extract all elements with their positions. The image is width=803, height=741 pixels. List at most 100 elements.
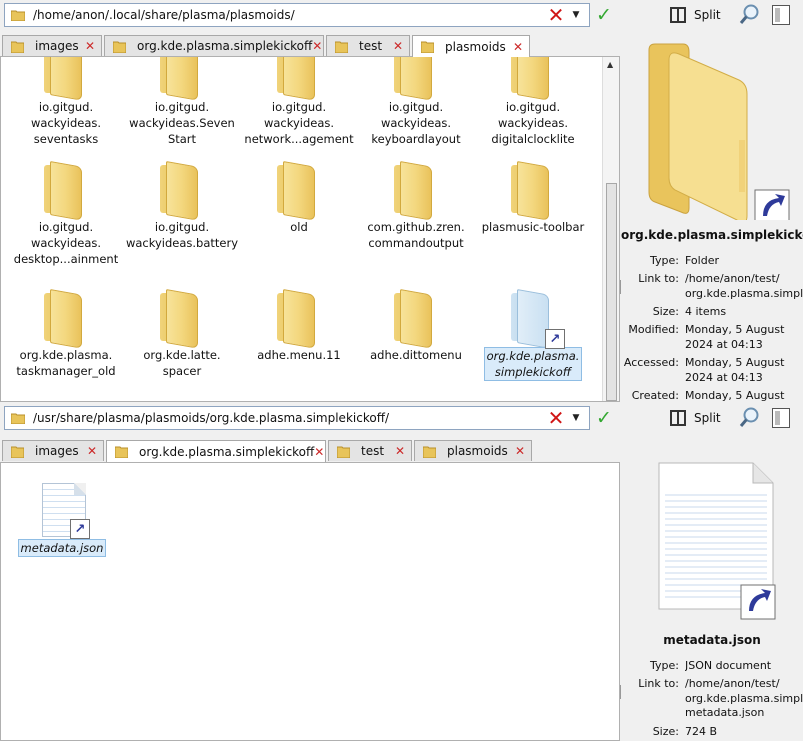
tab-simplekickoff[interactable]: org.kde.plasma.simplekickoff ✕ — [104, 35, 324, 56]
folder-icon — [114, 445, 129, 459]
search-button[interactable] — [738, 406, 762, 430]
folder-item[interactable]: io.gitgud. wackyideas. keyboardlayout — [358, 57, 474, 147]
item-label: io.gitgud. wackyideas. desktop...ainment — [13, 220, 119, 266]
info-key: Created: — [631, 389, 679, 402]
location-history-dropdown[interactable]: ▼ — [567, 407, 585, 429]
close-tab-icon[interactable]: ✕ — [393, 39, 403, 53]
tab-test[interactable]: test ✕ — [326, 35, 410, 56]
folder-icon — [336, 445, 351, 458]
folder-item[interactable]: plasmusic-toolbar — [475, 161, 591, 235]
info-key: Modified: — [628, 323, 679, 336]
folder-icon — [40, 161, 92, 221]
close-tab-icon[interactable]: ✕ — [87, 444, 97, 458]
folder-icon — [10, 40, 25, 53]
json-file-link-icon: ↗ — [36, 481, 90, 539]
folder-item[interactable]: org.kde.latte. spacer — [124, 289, 240, 379]
folder-item[interactable]: io.gitgud. wackyideas. desktop...ainment — [8, 161, 124, 267]
split-label: Split — [694, 8, 721, 22]
location-input[interactable]: /usr/share/plasma/plasmoids/org.kde.plas… — [4, 406, 590, 430]
tab-images[interactable]: images ✕ — [2, 440, 104, 461]
close-tab-icon[interactable]: ✕ — [513, 40, 523, 54]
item-label: com.github.zren. commandoutput — [367, 220, 465, 250]
location-input[interactable]: /home/anon/.local/share/plasma/plasmoids… — [4, 3, 590, 27]
item-label: io.gitgud. wackyideas.Seven Start — [129, 100, 235, 146]
file-view[interactable]: ↗ metadata.json — [0, 462, 620, 741]
info-row-type: Type: Folder — [621, 254, 803, 269]
info-value: Folder — [685, 254, 719, 267]
location-path[interactable]: /usr/share/plasma/plasmoids/org.kde.plas… — [33, 411, 545, 425]
scroll-up-icon[interactable]: ▲ — [607, 60, 613, 69]
item-label: plasmusic-toolbar — [481, 220, 585, 234]
folder-icon — [273, 161, 325, 221]
file-view[interactable]: io.gitgud. wackyideas. seventasks io.gitgu… — [0, 56, 620, 402]
tab-plasmoids[interactable]: plasmoids ✕ — [412, 35, 530, 57]
info-key: Link to: — [638, 272, 679, 285]
tab-label: test — [361, 444, 385, 458]
close-tab-icon[interactable]: ✕ — [85, 39, 95, 53]
item-label: adhe.dittomenu — [370, 348, 462, 362]
location-bar: /usr/share/plasma/plasmoids/org.kde.plas… — [0, 406, 803, 430]
tab-label: org.kde.plasma.simplekickoff — [137, 39, 313, 53]
location-path[interactable]: /home/anon/.local/share/plasma/plasmoids… — [33, 8, 545, 22]
folder-item[interactable]: io.gitgud. wackyideas. digitalclocklite — [475, 57, 591, 147]
vertical-scrollbar[interactable]: ▲ — [602, 57, 619, 401]
item-label: io.gitgud. wackyideas. seventasks — [30, 100, 102, 146]
close-tab-icon[interactable]: ✕ — [314, 445, 324, 459]
folder-item[interactable]: io.gitgud. wackyideas.Seven Start — [124, 57, 240, 147]
folder-item[interactable]: io.gitgud. wackyideas.battery — [124, 161, 240, 251]
folder-icon — [112, 40, 127, 53]
shortcut-arrow-icon: ↗ — [545, 329, 565, 349]
info-value: 4 items — [685, 305, 727, 318]
close-tab-icon[interactable]: ✕ — [515, 444, 525, 458]
clear-location-button[interactable]: ✕ — [545, 3, 567, 27]
split-label: Split — [694, 411, 721, 425]
close-tab-icon[interactable]: ✕ — [395, 444, 405, 458]
go-button[interactable]: ✓ — [594, 406, 614, 430]
info-row-link: Link to: /home/anon/test/org.kde.plasma.… — [621, 677, 803, 721]
item-label: org.kde.plasma. simplekickoff — [483, 347, 583, 381]
clear-location-button[interactable]: ✕ — [545, 406, 567, 430]
go-button[interactable]: ✓ — [594, 3, 614, 27]
info-value: 724 B — [685, 725, 718, 738]
info-key: Type: — [650, 659, 679, 672]
folder-link-icon: ↗ — [507, 289, 565, 349]
info-key: Link to: — [638, 677, 679, 690]
folder-item[interactable]: adhe.dittomenu — [358, 289, 474, 363]
info-key: Type: — [650, 254, 679, 267]
search-button[interactable] — [738, 3, 762, 27]
large-document-link-icon — [657, 461, 777, 624]
item-label: io.gitgud. wackyideas.battery — [125, 220, 239, 250]
file-item-selected[interactable]: ↗ metadata.json — [4, 481, 120, 557]
tab-label: images — [35, 39, 79, 53]
folder-item-selected[interactable]: ↗ org.kde.plasma. simplekickoff — [475, 289, 591, 381]
location-history-dropdown[interactable]: ▼ — [567, 4, 585, 26]
folder-icon — [40, 57, 92, 101]
folder-item[interactable]: io.gitgud. wackyideas. seventasks — [8, 57, 124, 147]
folder-item[interactable]: adhe.menu.11 — [241, 289, 357, 363]
info-key: Size: — [652, 725, 679, 738]
folder-item[interactable]: io.gitgud. wackyideas. network...agement — [241, 57, 357, 147]
folder-item[interactable]: org.kde.plasma. taskmanager_old — [8, 289, 124, 379]
tab-test[interactable]: test ✕ — [328, 440, 412, 461]
info-row-created: Created: Monday, 5 August — [621, 389, 803, 402]
tab-simplekickoff[interactable]: org.kde.plasma.simplekickoff ✕ — [106, 440, 326, 462]
tab-images[interactable]: images ✕ — [2, 35, 102, 56]
scrollbar-thumb[interactable] — [606, 183, 617, 401]
information-panel: org.kde.plasma.simplekickoff Type: Folde… — [621, 30, 803, 402]
information-panel-toggle[interactable] — [772, 408, 790, 428]
split-view-icon — [670, 410, 686, 426]
split-button[interactable]: Split — [670, 406, 721, 430]
folder-item[interactable]: com.github.zren. commandoutput — [358, 161, 474, 251]
info-row-type: Type: JSON document — [621, 659, 803, 674]
information-panel-toggle[interactable] — [772, 5, 790, 25]
info-value: Monday, 5 August — [685, 389, 785, 402]
tab-bar: images ✕ org.kde.plasma.simplekickoff ✕ … — [0, 35, 620, 57]
split-button[interactable]: Split — [670, 3, 721, 27]
info-value: /home/anon/test/org.kde.plasma.simple — [685, 272, 803, 300]
folder-icon — [334, 40, 349, 53]
info-value: Monday, 5 August 2024 at 04:13 — [685, 356, 785, 384]
tab-plasmoids[interactable]: plasmoids ✕ — [414, 440, 532, 461]
info-title: org.kde.plasma.simplekickoff — [621, 228, 803, 242]
folder-item[interactable]: old — [241, 161, 357, 235]
close-tab-icon[interactable]: ✕ — [312, 39, 322, 53]
